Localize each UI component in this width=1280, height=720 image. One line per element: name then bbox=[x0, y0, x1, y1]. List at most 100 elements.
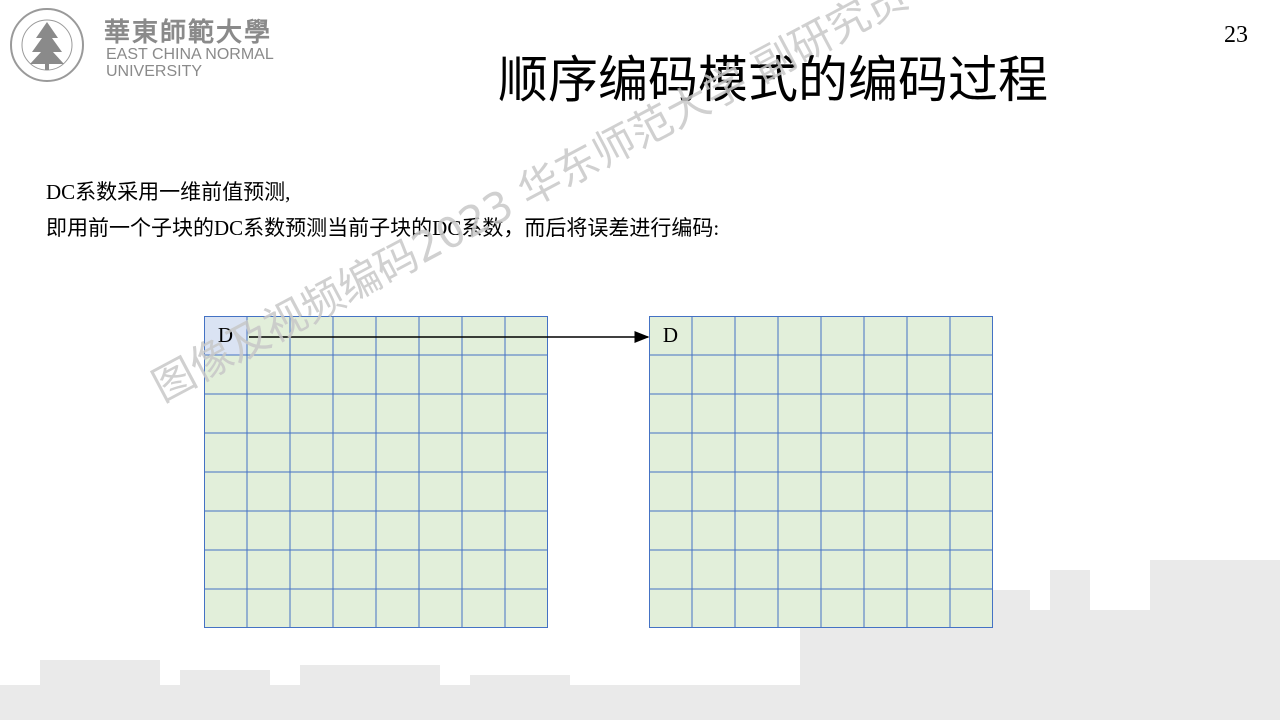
ac-cell bbox=[332, 316, 377, 356]
ac-cell bbox=[289, 432, 334, 473]
body-line-1: DC系数采用一维前值预测, bbox=[46, 180, 291, 204]
ac-cell bbox=[246, 393, 291, 434]
ac-cell bbox=[691, 471, 736, 512]
current-block-grid: D bbox=[649, 316, 993, 628]
ac-cell bbox=[820, 393, 865, 434]
ac-cell bbox=[820, 354, 865, 395]
body-line-2: 即用前一个子块的DC系数预测当前子块的DC系数，而后将误差进行编码: bbox=[46, 216, 720, 240]
ac-cell bbox=[649, 588, 693, 628]
ac-cell bbox=[204, 354, 248, 395]
ac-cell bbox=[777, 316, 822, 356]
ac-cell bbox=[418, 549, 463, 590]
ac-cell bbox=[649, 393, 693, 434]
ac-cell bbox=[204, 432, 248, 473]
ac-cell bbox=[863, 471, 908, 512]
ac-cell bbox=[949, 588, 993, 628]
ac-cell bbox=[461, 354, 506, 395]
ac-cell bbox=[906, 510, 951, 551]
ac-cell bbox=[246, 354, 291, 395]
ac-cell bbox=[289, 471, 334, 512]
university-english-name: EAST CHINA NORMAL UNIVERSITY bbox=[106, 46, 274, 80]
ac-cell bbox=[246, 471, 291, 512]
ac-cell bbox=[863, 432, 908, 473]
ac-cell bbox=[504, 393, 548, 434]
ac-cell bbox=[418, 471, 463, 512]
ac-cell bbox=[949, 471, 993, 512]
ac-cell bbox=[906, 588, 951, 628]
ac-cell bbox=[375, 471, 420, 512]
ac-cell bbox=[332, 510, 377, 551]
ac-cell bbox=[504, 354, 548, 395]
ac-cell bbox=[820, 316, 865, 356]
ac-cell bbox=[863, 393, 908, 434]
ac-cell bbox=[906, 432, 951, 473]
ac-cell bbox=[504, 510, 548, 551]
ac-cell bbox=[777, 432, 822, 473]
ac-cell bbox=[375, 354, 420, 395]
ac-cell bbox=[461, 549, 506, 590]
ac-cell bbox=[204, 510, 248, 551]
ac-cell bbox=[949, 354, 993, 395]
ac-cell bbox=[734, 354, 779, 395]
ac-cell bbox=[691, 588, 736, 628]
ac-cell bbox=[734, 549, 779, 590]
ac-cell bbox=[777, 471, 822, 512]
ac-cell bbox=[504, 316, 548, 356]
ac-cell bbox=[863, 510, 908, 551]
ac-cell bbox=[461, 393, 506, 434]
previous-block-grid: D bbox=[204, 316, 548, 628]
previous-block-dc-label: D bbox=[217, 323, 234, 347]
ac-cell bbox=[649, 549, 693, 590]
ac-cell bbox=[289, 316, 334, 356]
ac-cell bbox=[777, 549, 822, 590]
ac-cell bbox=[649, 471, 693, 512]
ac-cell bbox=[289, 510, 334, 551]
ac-cell bbox=[649, 354, 693, 395]
university-english-line1: EAST CHINA NORMAL bbox=[106, 46, 274, 63]
ac-cell bbox=[734, 510, 779, 551]
ac-cell bbox=[777, 588, 822, 628]
ac-cell bbox=[375, 510, 420, 551]
ac-cell bbox=[504, 432, 548, 473]
previous-block-grid-svg bbox=[204, 316, 548, 628]
ac-cell bbox=[691, 393, 736, 434]
ac-cell bbox=[949, 510, 993, 551]
ac-cell bbox=[949, 316, 993, 356]
university-logo: 華東師範大學 EAST CHINA NORMAL UNIVERSITY bbox=[8, 6, 298, 82]
ac-cell bbox=[289, 588, 334, 628]
ac-cell bbox=[461, 510, 506, 551]
ac-cell bbox=[375, 432, 420, 473]
ac-cell bbox=[289, 549, 334, 590]
ac-cell bbox=[863, 588, 908, 628]
ac-cell bbox=[820, 588, 865, 628]
ac-cell bbox=[461, 588, 506, 628]
ac-cell bbox=[820, 549, 865, 590]
slide-title: 顺序编码模式的编码过程 bbox=[498, 51, 1048, 109]
ac-cell bbox=[691, 354, 736, 395]
ac-cell bbox=[418, 588, 463, 628]
ac-cell bbox=[289, 354, 334, 395]
ac-cell bbox=[246, 510, 291, 551]
ac-cell bbox=[691, 316, 736, 356]
ac-cell bbox=[332, 588, 377, 628]
ac-cell bbox=[418, 510, 463, 551]
ac-cell bbox=[691, 432, 736, 473]
ac-cell bbox=[504, 549, 548, 590]
body-text: DC系数采用一维前值预测, 即用前一个子块的DC系数预测当前子块的DC系数，而后… bbox=[46, 174, 719, 246]
ac-cell bbox=[204, 588, 248, 628]
ac-cell bbox=[461, 432, 506, 473]
ac-cell bbox=[691, 549, 736, 590]
current-block-dc-label: D bbox=[662, 323, 679, 347]
current-block-grid-svg bbox=[649, 316, 993, 628]
ac-cell bbox=[246, 588, 291, 628]
ac-cell bbox=[777, 354, 822, 395]
ac-cell bbox=[777, 510, 822, 551]
ac-cell bbox=[906, 549, 951, 590]
ac-cell bbox=[461, 316, 506, 356]
ac-cell bbox=[820, 432, 865, 473]
ac-cell bbox=[418, 393, 463, 434]
ac-cell bbox=[504, 471, 548, 512]
ac-cell bbox=[246, 432, 291, 473]
ac-cell bbox=[949, 432, 993, 473]
ac-cell bbox=[418, 316, 463, 356]
